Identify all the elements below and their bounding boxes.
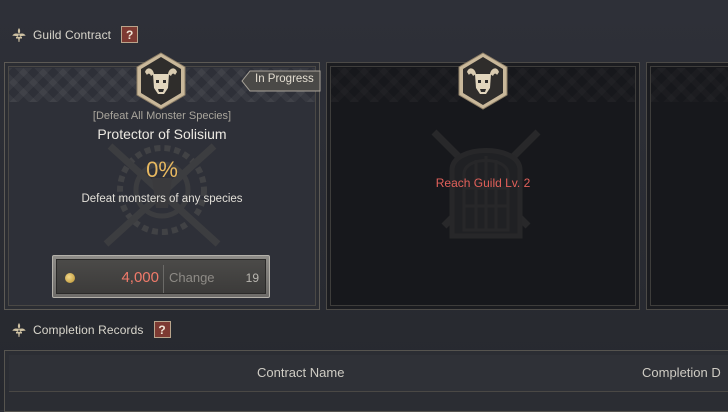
guild-contract-header: Guild Contract ?	[11, 26, 139, 43]
guild-contract-help-button[interactable]: ?	[121, 26, 139, 43]
contract-requirement: Reach Guild Lv. 2	[435, 176, 531, 190]
contract-description: Defeat monsters of any species	[81, 193, 243, 205]
change-label: Change	[169, 270, 215, 285]
gold-coin-icon	[65, 273, 75, 283]
guild-contract-title: Guild Contract	[33, 27, 112, 42]
column-header-contract-name[interactable]: Contract Name	[257, 365, 344, 380]
fleur-de-lis-icon	[12, 27, 26, 42]
column-header-completion-date[interactable]: Completion D	[642, 365, 721, 380]
change-divider	[163, 265, 164, 293]
completion-records-title: Completion Records	[33, 322, 144, 337]
contract-subtitle: [Defeat All Monster Species]	[92, 110, 232, 122]
status-tag-in-progress: In Progress	[241, 70, 321, 92]
card-pattern-band	[651, 68, 728, 102]
fleur-de-lis-icon	[12, 322, 26, 337]
change-button-inner: 4,000 Change 19	[56, 259, 266, 294]
change-remaining-count: 19	[245, 271, 259, 285]
horned-skull-crest-icon	[458, 52, 508, 110]
table-header-row: Contract Name Completion D	[9, 355, 728, 392]
completion-records-header: Completion Records ?	[11, 321, 171, 338]
change-cost: 4,000	[121, 269, 159, 286]
completion-records-help-button[interactable]: ?	[153, 321, 171, 338]
contract-card-partial[interactable]	[646, 62, 728, 310]
contract-title: Protector of Solisium	[97, 126, 227, 142]
status-label: In Progress	[255, 73, 314, 85]
completion-records-table: Contract Name Completion D	[4, 350, 728, 412]
horned-skull-crest-icon	[136, 52, 186, 110]
change-contract-button[interactable]: 4,000 Change 19	[52, 255, 270, 298]
contract-progress: 0%	[146, 157, 178, 182]
